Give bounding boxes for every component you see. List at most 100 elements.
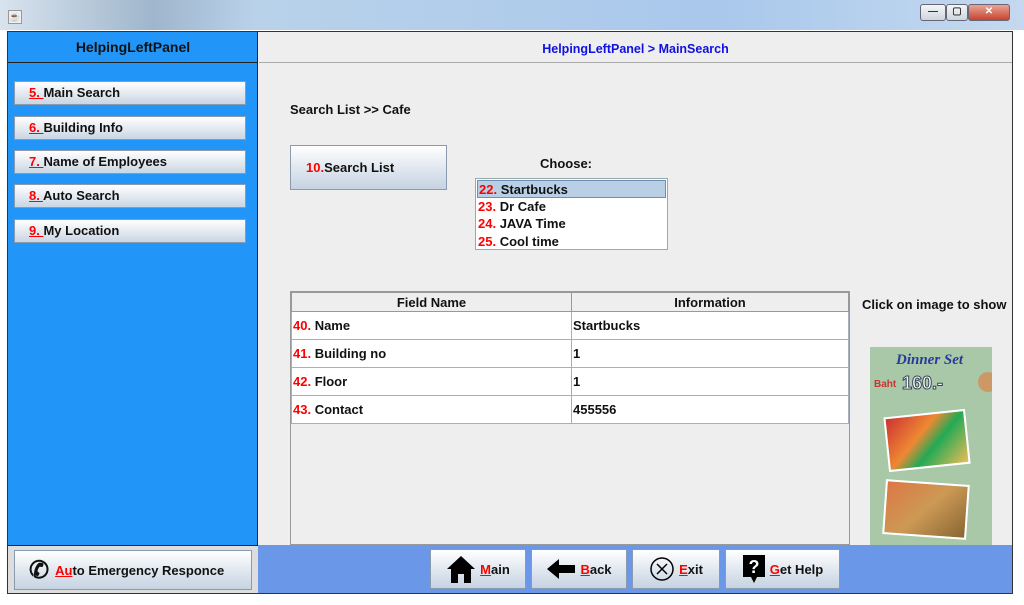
close-button[interactable]: ✕ bbox=[968, 4, 1010, 21]
table-row[interactable]: 43. Contact 455556 bbox=[291, 395, 849, 424]
label-rest: ain bbox=[491, 561, 510, 577]
dinner-set-image[interactable]: Dinner Set Baht 160.- bbox=[870, 347, 992, 545]
button-label: Back bbox=[580, 562, 611, 577]
cafe-option[interactable]: 23. Dr Cafe bbox=[477, 198, 666, 216]
image-currency: Baht bbox=[874, 379, 897, 390]
button-label: Main bbox=[480, 562, 510, 577]
cafe-list[interactable]: 22. Startbucks 23. Dr Cafe 24. JAVA Time… bbox=[475, 178, 668, 250]
image-title: Dinner Set bbox=[896, 352, 964, 368]
nav-my-location-button[interactable]: 9. My Location bbox=[14, 219, 246, 243]
auto-emergency-button[interactable]: ✆ Auto Emergency Responce bbox=[14, 550, 252, 590]
table-row[interactable]: 42. Floor 1 bbox=[291, 367, 849, 396]
svg-text:?: ? bbox=[748, 557, 759, 577]
mnemonic: B bbox=[580, 561, 590, 577]
option-label: Cool time bbox=[496, 233, 559, 249]
row-number: 42. bbox=[293, 374, 312, 389]
window-titlebar bbox=[0, 0, 1024, 30]
column-header: Information bbox=[571, 292, 849, 312]
label-rest: xit bbox=[687, 561, 703, 577]
value-cell[interactable]: 1 bbox=[571, 339, 849, 368]
info-table: Field Name Information 40. Name Startbucks… bbox=[291, 292, 849, 424]
phone-icon: ✆ bbox=[29, 556, 50, 584]
value-cell[interactable]: 1 bbox=[571, 367, 849, 396]
option-number: 24. bbox=[478, 216, 497, 231]
left-panel-title: HelpingLeftPanel bbox=[8, 32, 258, 63]
field-cell[interactable]: 42. Floor bbox=[291, 367, 572, 396]
close-circle-icon bbox=[650, 557, 674, 581]
nav-auto-search-button[interactable]: 8. Auto Search bbox=[14, 184, 246, 208]
nav-number: 5. bbox=[29, 85, 44, 100]
value-cell[interactable]: 455556 bbox=[571, 395, 849, 424]
label-rest: et Help bbox=[779, 561, 824, 577]
field-name: Building no bbox=[311, 346, 387, 361]
button-label: Exit bbox=[679, 562, 703, 577]
maximize-button[interactable]: ▢ bbox=[946, 4, 968, 21]
back-arrow-icon bbox=[547, 559, 576, 579]
nav-main-search-button[interactable]: 5. Main Search bbox=[14, 81, 246, 105]
field-cell[interactable]: 43. Contact bbox=[291, 395, 572, 424]
help-icon: ? bbox=[742, 555, 765, 583]
button-label: Auto Emergency Responce bbox=[55, 563, 224, 578]
option-label: JAVA Time bbox=[496, 216, 566, 231]
field-cell[interactable]: 40. Name bbox=[291, 311, 572, 340]
main-button[interactable]: Main bbox=[430, 549, 526, 589]
option-number: 25. bbox=[478, 233, 497, 249]
field-name: Name bbox=[311, 318, 351, 333]
nav-label: Name of Employees bbox=[43, 154, 168, 169]
option-number: 23. bbox=[478, 198, 497, 214]
choose-label: Choose: bbox=[540, 156, 592, 171]
option-number: 22. bbox=[479, 182, 498, 197]
field-name: Contact bbox=[311, 402, 364, 417]
option-label: Dr Cafe bbox=[496, 198, 546, 214]
column-header: Field Name bbox=[291, 292, 572, 312]
image-hint-label: Click on image to show bbox=[862, 297, 1007, 312]
search-path-label: Search List >> Cafe bbox=[290, 102, 411, 117]
cafe-option[interactable]: 24. JAVA Time bbox=[477, 215, 666, 233]
nav-number: 9. bbox=[29, 223, 44, 238]
label-rest: ack bbox=[589, 561, 612, 577]
nav-label: My Location bbox=[43, 223, 120, 238]
mnemonic: E bbox=[679, 561, 688, 577]
nav-number: 7. bbox=[29, 154, 44, 169]
exit-button[interactable]: Exit bbox=[632, 549, 720, 589]
mnemonic: Au bbox=[55, 562, 73, 578]
table-header-row: Field Name Information bbox=[291, 292, 849, 312]
field-name: Floor bbox=[311, 374, 348, 389]
java-app-icon: ☕ bbox=[8, 10, 22, 24]
image-price: 160.- bbox=[901, 373, 944, 394]
row-number: 41. bbox=[293, 346, 312, 361]
nav-label: Auto Search bbox=[42, 188, 120, 203]
nav-label: Building Info bbox=[43, 120, 123, 135]
nav-number: 6. bbox=[29, 120, 44, 135]
get-help-button[interactable]: ? Get Help bbox=[725, 549, 840, 589]
nav-number: 8. bbox=[29, 188, 43, 203]
food-photo-b bbox=[882, 479, 970, 540]
row-number: 43. bbox=[293, 402, 312, 417]
button-label: Get Help bbox=[770, 562, 823, 577]
table-row[interactable]: 40. Name Startbucks bbox=[291, 311, 849, 340]
back-button[interactable]: Back bbox=[531, 549, 627, 589]
table-row[interactable]: 41. Building no 1 bbox=[291, 339, 849, 368]
food-photo-a bbox=[883, 408, 971, 473]
info-table-container: Field Name Information 40. Name Startbucks… bbox=[290, 291, 850, 545]
mnemonic: M bbox=[480, 561, 492, 577]
search-list-button[interactable]: 10.Search List bbox=[290, 145, 447, 190]
nav-employees-button[interactable]: 7. Name of Employees bbox=[14, 150, 246, 174]
mnemonic: G bbox=[769, 561, 780, 577]
left-panel bbox=[8, 32, 258, 545]
field-cell[interactable]: 41. Building no bbox=[291, 339, 572, 368]
option-label: Startbucks bbox=[497, 182, 568, 197]
label-rest: to Emergency Responce bbox=[72, 562, 225, 578]
button-label: Search List bbox=[324, 160, 395, 175]
nav-building-info-button[interactable]: 6. Building Info bbox=[14, 116, 246, 140]
value-cell[interactable]: Startbucks bbox=[571, 311, 849, 340]
cafe-option[interactable]: 25. Cool time bbox=[477, 233, 666, 251]
row-number: 40. bbox=[293, 318, 312, 333]
minimize-button[interactable]: — bbox=[920, 4, 946, 21]
home-icon bbox=[447, 556, 476, 583]
burger-graphic bbox=[978, 372, 992, 392]
breadcrumb: HelpingLeftPanel > MainSearch bbox=[259, 32, 1012, 63]
button-number: 10. bbox=[306, 160, 325, 175]
nav-label: Main Search bbox=[43, 85, 121, 100]
cafe-option[interactable]: 22. Startbucks bbox=[477, 180, 666, 198]
